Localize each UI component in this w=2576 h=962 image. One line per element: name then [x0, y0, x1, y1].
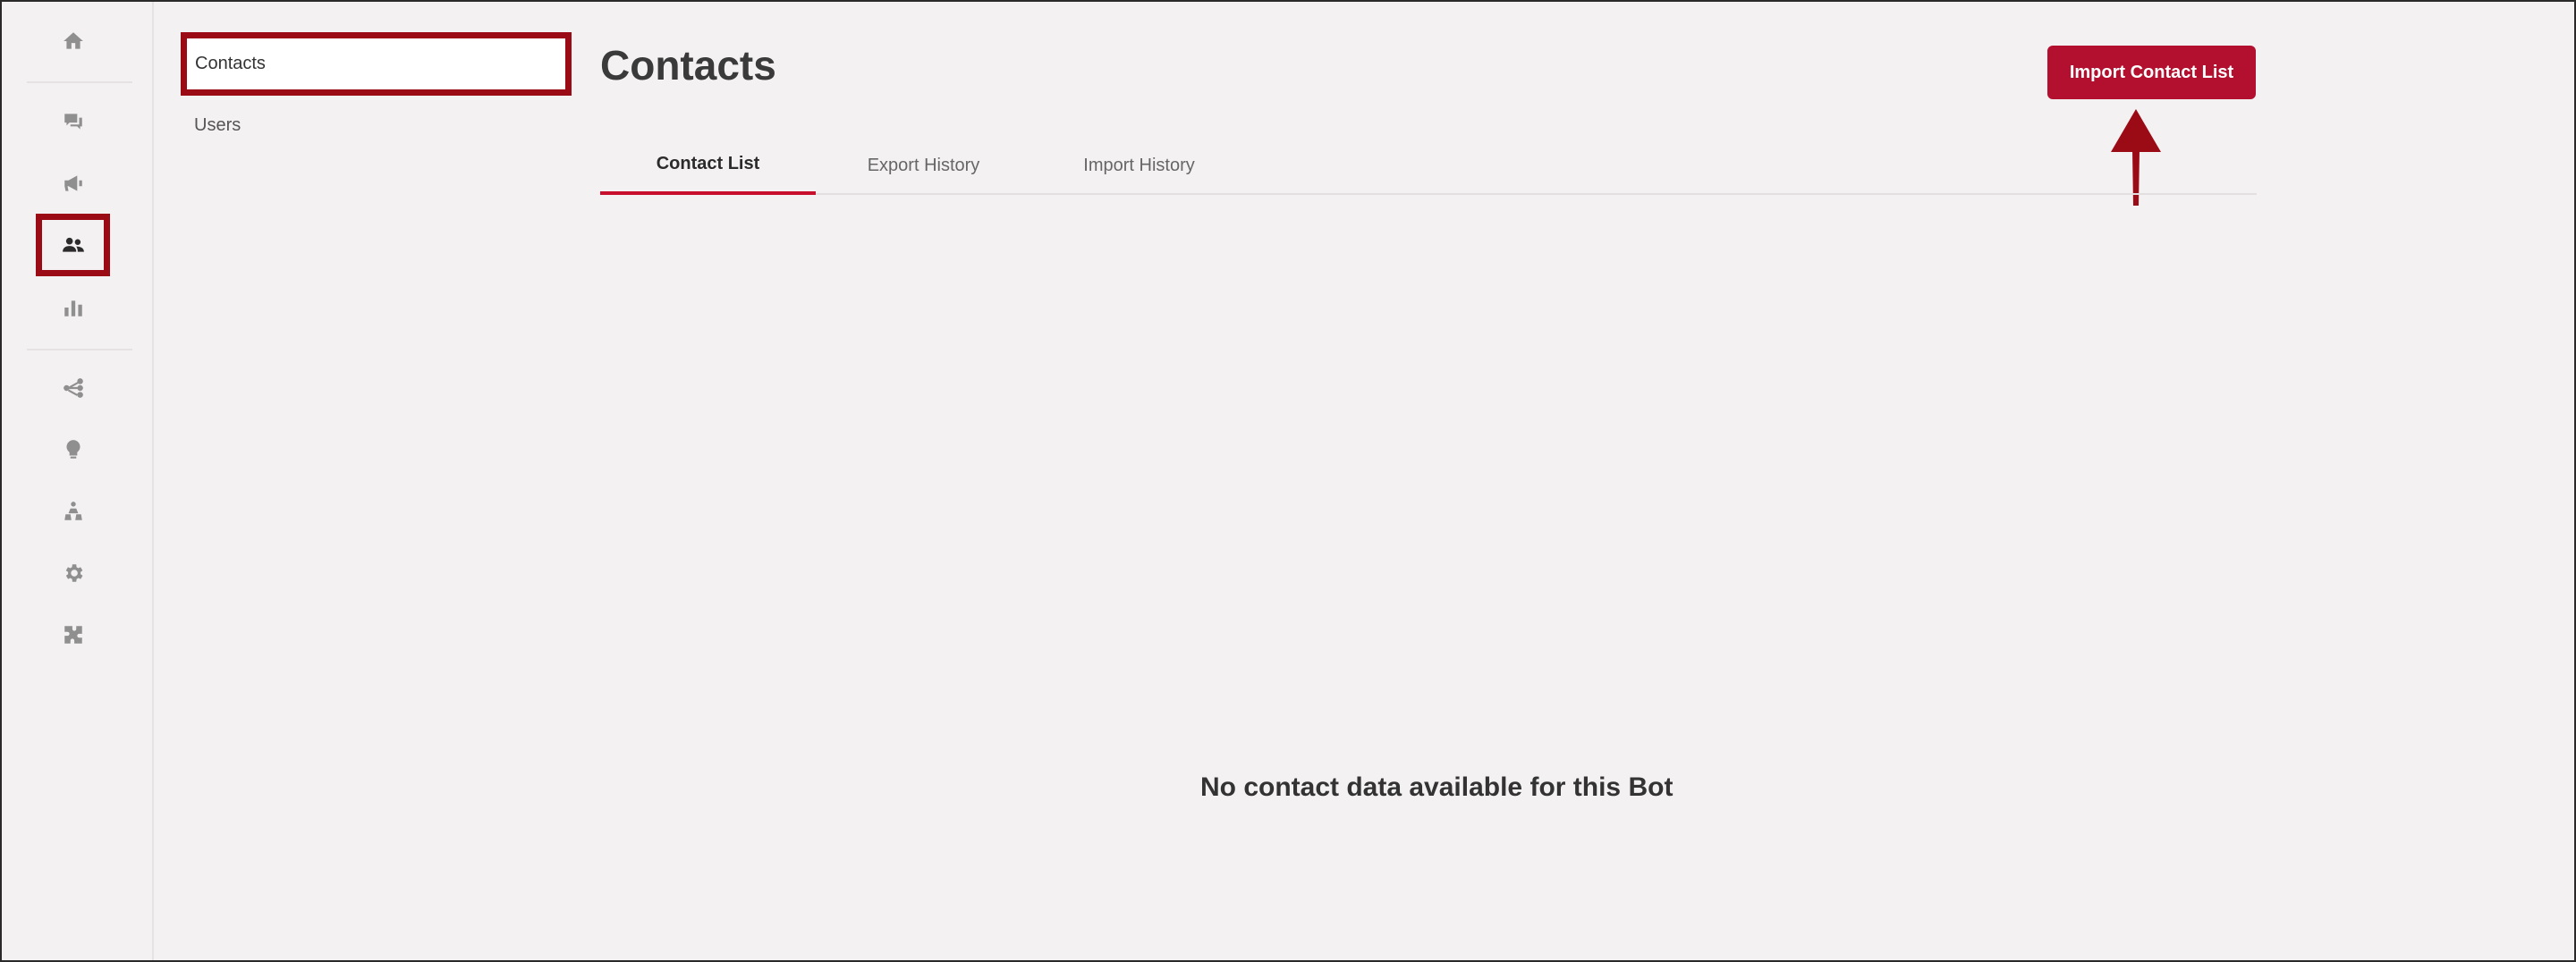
- tab-export-history[interactable]: Export History: [816, 136, 1031, 195]
- bar-chart-icon[interactable]: [51, 285, 96, 330]
- import-contact-list-button[interactable]: Import Contact List: [2047, 46, 2256, 99]
- tab-contact-list[interactable]: Contact List: [600, 136, 816, 195]
- gear-icon[interactable]: [51, 551, 96, 595]
- contacts-icon[interactable]: [51, 223, 96, 267]
- app-window: Contacts Users Contacts Import Contact L…: [0, 0, 2576, 962]
- megaphone-icon[interactable]: [51, 161, 96, 206]
- tab-bar: Contact List Export History Import Histo…: [600, 136, 2257, 195]
- home-icon[interactable]: [51, 19, 96, 63]
- lightbulb-icon[interactable]: [51, 427, 96, 472]
- tab-import-history[interactable]: Import History: [1031, 136, 1247, 195]
- subnav-item-label: Contacts: [195, 54, 266, 73]
- empty-state-message: No contact data available for this Bot: [1200, 772, 1674, 802]
- puzzle-icon[interactable]: [51, 612, 96, 657]
- hierarchy-icon[interactable]: [51, 489, 96, 534]
- icon-rail: [2, 2, 154, 960]
- chat-icon[interactable]: [51, 99, 96, 144]
- page-title: Contacts: [600, 42, 776, 89]
- subnav-item-users[interactable]: Users: [194, 115, 241, 136]
- subnav-item-contacts[interactable]: Contacts: [181, 32, 572, 96]
- flow-icon[interactable]: [51, 366, 96, 410]
- rail-divider: [27, 349, 132, 350]
- rail-divider: [27, 81, 132, 83]
